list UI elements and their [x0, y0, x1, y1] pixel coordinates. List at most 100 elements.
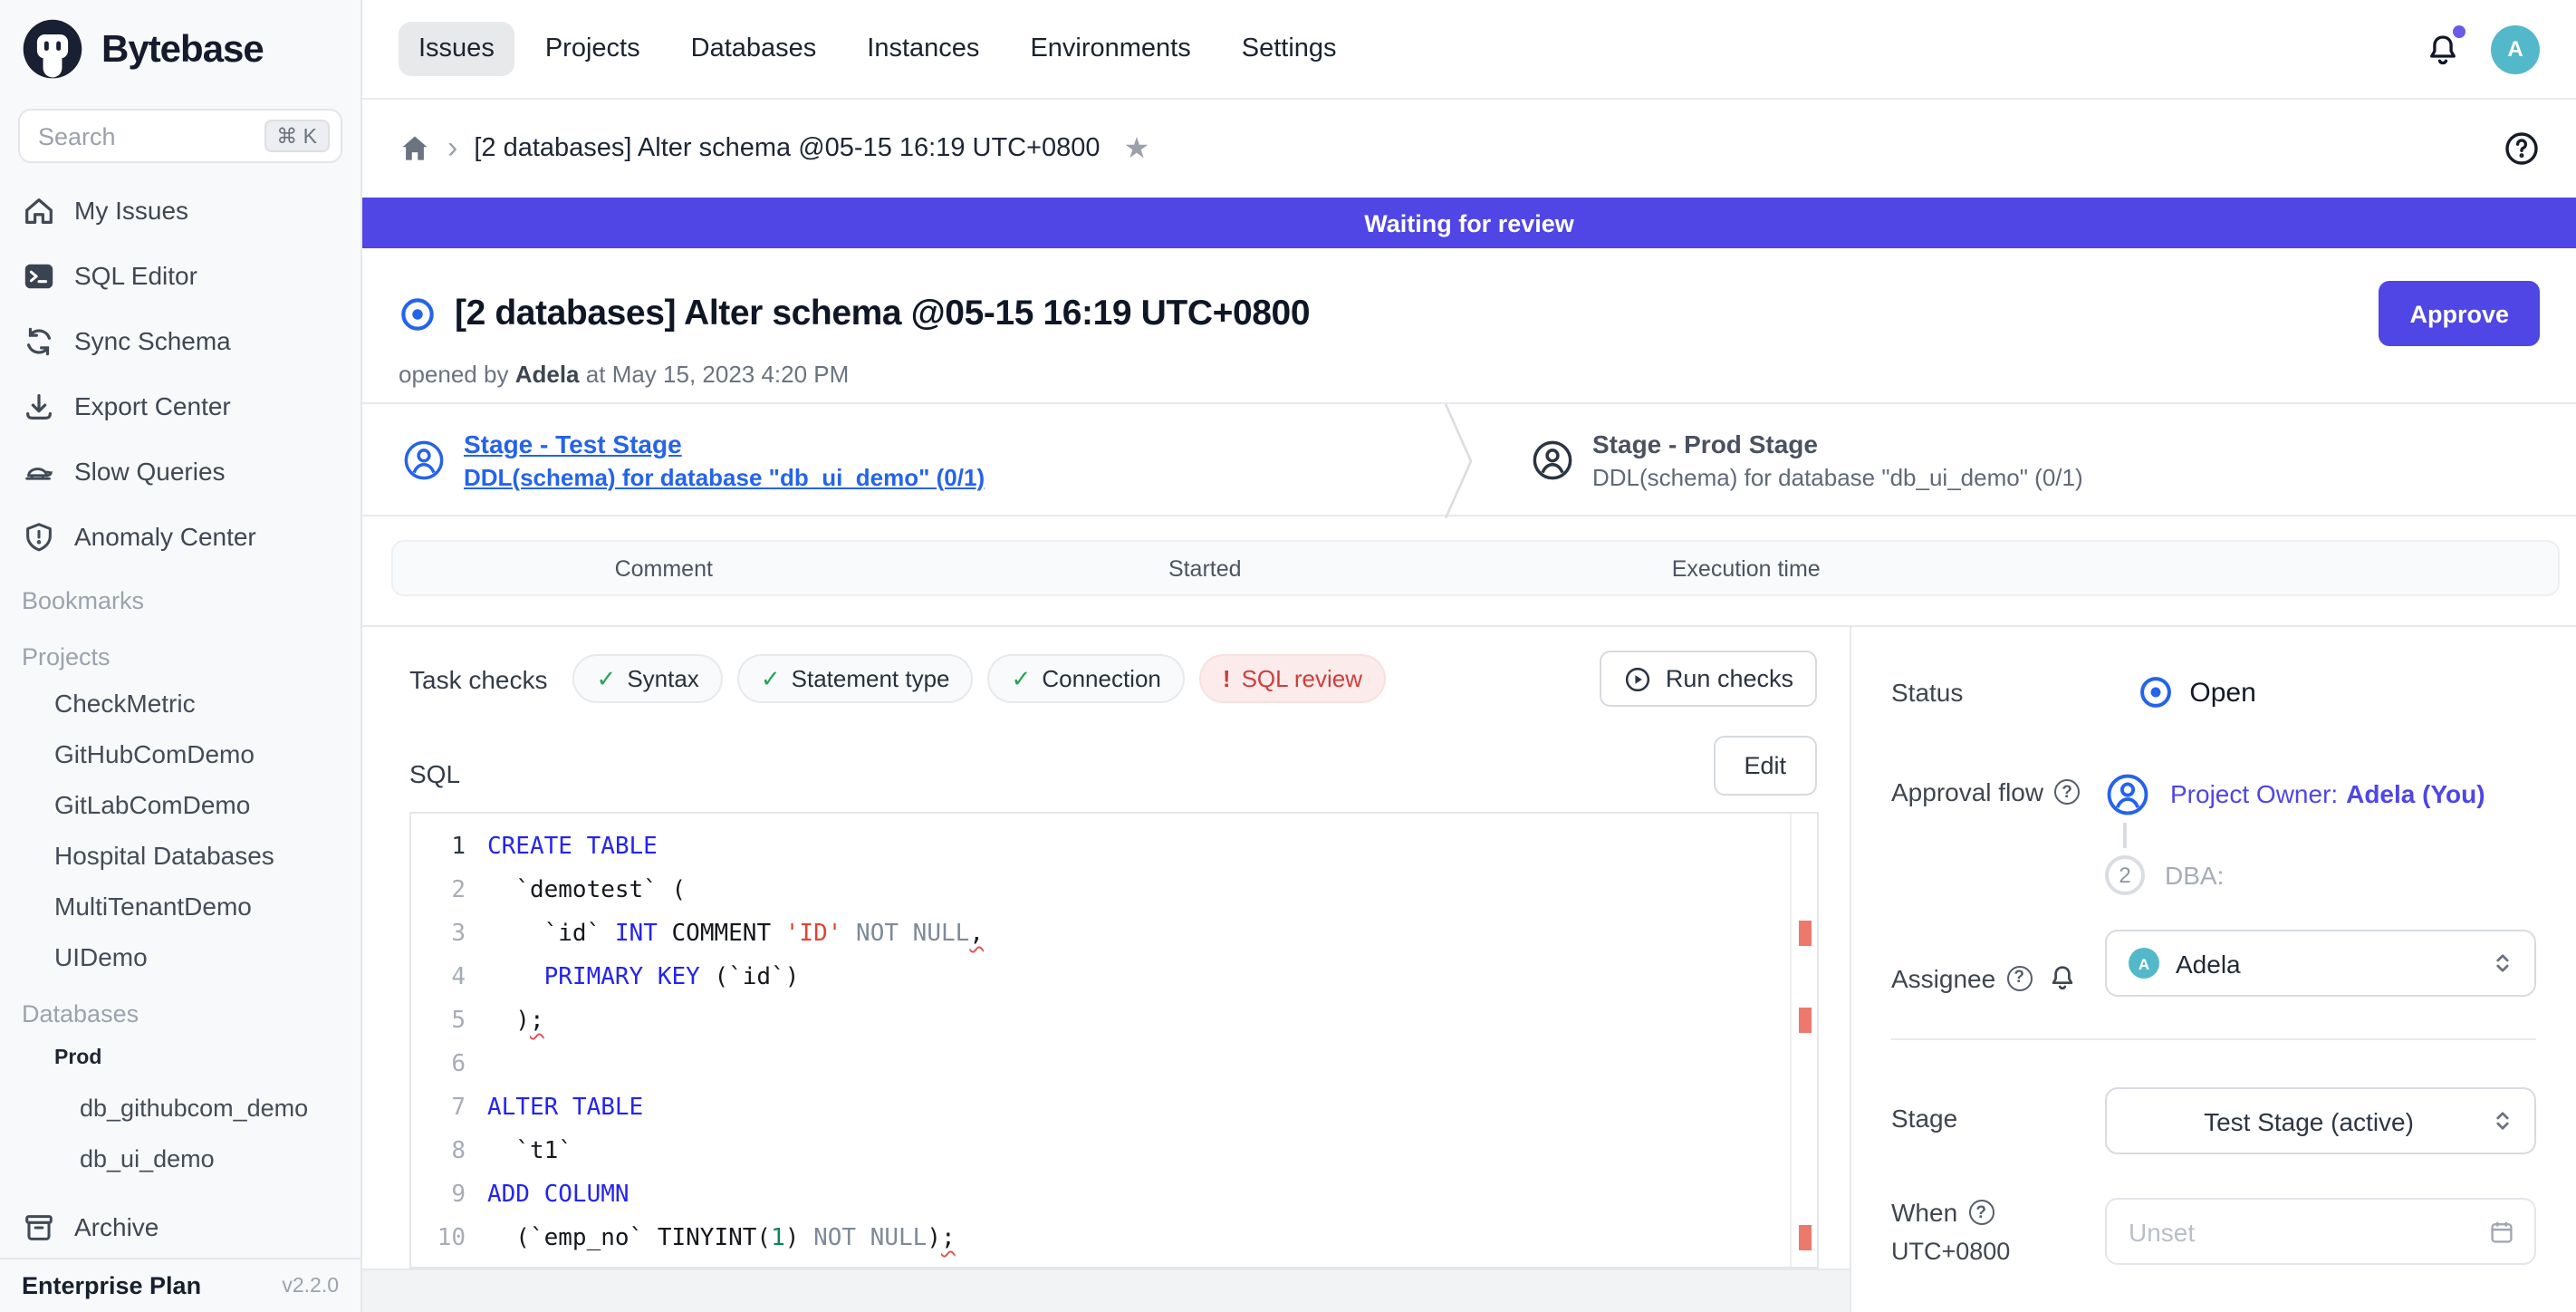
when-datetime-input[interactable]: Unset — [2105, 1198, 2536, 1265]
bytebase-logo-icon — [18, 16, 87, 85]
assignee-label-row: Assignee ? — [1891, 962, 2077, 993]
person-circle-icon — [402, 438, 446, 481]
approval-role: Project Owner: — [2170, 778, 2338, 807]
sidebar-project-uidemo[interactable]: UIDemo — [0, 931, 360, 982]
search-shortcut-badge: ⌘ K — [264, 120, 330, 152]
sidebar-item-archive[interactable]: Archive — [0, 1194, 360, 1259]
sql-label: SQL — [409, 758, 460, 787]
tab-settings[interactable]: Settings — [1222, 22, 1357, 76]
subscribe-bell-icon[interactable] — [2046, 962, 2077, 993]
turtle-icon — [22, 454, 56, 488]
sync-icon — [22, 323, 56, 358]
approval-role: DBA: — [2165, 861, 2224, 890]
check-syntax[interactable]: ✓ Syntax — [573, 654, 723, 703]
sidebar-project-gitlabcomdemo[interactable]: GitLabComDemo — [0, 779, 360, 830]
check-connection[interactable]: ✓ Connection — [988, 654, 1185, 703]
edit-button[interactable]: Edit — [1713, 736, 1817, 796]
sidebar-item-label: Sync Schema — [74, 326, 231, 355]
select-chevrons-icon — [2489, 1107, 2516, 1134]
code-line: 3 `id` INT COMMENT 'ID' NOT NULL, — [411, 912, 1788, 955]
issue-title-row: [2 databases] Alter schema @05-15 16:19 … — [362, 248, 2576, 346]
sidebar-item-sync-schema[interactable]: Sync Schema — [0, 308, 360, 373]
stage-select[interactable]: Test Stage (active) — [2105, 1087, 2536, 1154]
editor-overview-ruler[interactable] — [1790, 814, 1817, 1267]
tab-instances[interactable]: Instances — [847, 22, 999, 76]
tab-projects[interactable]: Projects — [525, 22, 660, 76]
plan-row: Enterprise Plan v2.2.0 — [0, 1258, 360, 1312]
sidebar-item-slow-queries[interactable]: Slow Queries — [0, 439, 360, 504]
search-input[interactable]: Search ⌘ K — [18, 109, 342, 163]
logo-text: Bytebase — [101, 29, 264, 72]
code-lines: 1CREATE TABLE 2 `demotest` ( 3 `id` INT … — [411, 825, 1788, 1259]
sidebar-item-my-issues[interactable]: My Issues — [0, 178, 360, 243]
assignee-select[interactable]: A Adela — [2105, 930, 2536, 997]
sidebar-db-githubcom-demo[interactable]: db_githubcom_demo — [0, 1082, 360, 1133]
check-sql-review[interactable]: ! SQL review — [1199, 654, 1386, 703]
help-icon[interactable] — [2504, 130, 2540, 167]
status-value: Open — [2189, 677, 2255, 708]
approval-step-1[interactable]: Project Owner: Adela (You) — [2105, 772, 2485, 817]
error-marker — [1799, 1225, 1812, 1250]
tab-environments[interactable]: Environments — [1010, 22, 1210, 76]
code-line: 10 (`emp_no` TINYINT(1) NOT NULL); — [411, 1216, 1788, 1259]
approval-connector — [2123, 823, 2127, 848]
question-circle-icon[interactable]: ? — [2054, 779, 2080, 805]
sidebar-item-anomaly-center[interactable]: Anomaly Center — [0, 504, 360, 569]
step-number-badge: 2 — [2105, 855, 2145, 895]
column-header-execution-time: Execution time — [1672, 555, 1821, 581]
stage-prod-stage[interactable]: Stage - Prod Stage DDL(schema) for datab… — [1531, 404, 2083, 515]
sidebar-section-databases[interactable]: Databases — [0, 982, 360, 1035]
check-label: Connection — [1042, 665, 1161, 692]
sidebar-project-checkmetric[interactable]: CheckMetric — [0, 678, 360, 728]
approve-button[interactable]: Approve — [2379, 281, 2540, 346]
code-line: 5 ); — [411, 998, 1788, 1042]
column-header-comment: Comment — [615, 555, 713, 581]
star-icon[interactable]: ★ — [1124, 130, 1150, 167]
tab-databases[interactable]: Databases — [671, 22, 837, 76]
person-circle-icon — [1531, 438, 1574, 481]
sidebar-project-githubcomdemo[interactable]: GitHubComDemo — [0, 728, 360, 779]
stage-task-link[interactable]: DDL(schema) for database "db_ui_demo" (0… — [464, 463, 985, 490]
download-icon — [22, 389, 56, 423]
plan-version: v2.2.0 — [282, 1275, 339, 1297]
sidebar-section-projects[interactable]: Projects — [0, 622, 360, 678]
warning-icon: ! — [1223, 665, 1231, 692]
logo[interactable]: Bytebase — [0, 0, 360, 94]
question-circle-icon[interactable]: ? — [1968, 1200, 1994, 1225]
opened-by-text: opened by — [399, 361, 508, 388]
sidebar-item-label: Export Center — [74, 391, 231, 420]
sql-editor[interactable]: 1CREATE TABLE 2 `demotest` ( 3 `id` INT … — [409, 812, 1819, 1269]
main-area: Issues Projects Databases Instances Envi… — [362, 0, 2576, 1312]
select-chevrons-icon — [2489, 950, 2516, 977]
calendar-icon — [2487, 1217, 2516, 1246]
sidebar-project-hospital-databases[interactable]: Hospital Databases — [0, 830, 360, 881]
sidebar-env-prod: Prod — [0, 1035, 360, 1082]
sidebar-project-multitenantdemo[interactable]: MultiTenantDemo — [0, 881, 360, 931]
code-line: 1CREATE TABLE — [411, 825, 1788, 868]
sidebar-db-ui-demo[interactable]: db_ui_demo — [0, 1133, 360, 1183]
sidebar-item-label: Anomaly Center — [74, 522, 256, 551]
avatar[interactable]: A — [2491, 24, 2540, 73]
assignee-label: Assignee — [1891, 963, 1995, 992]
check-statement-type[interactable]: ✓ Statement type — [737, 654, 974, 703]
tab-issues[interactable]: Issues — [399, 22, 514, 76]
sidebar-item-export-center[interactable]: Export Center — [0, 373, 360, 439]
run-checks-button[interactable]: Run checks — [1600, 651, 1817, 707]
check-label: Syntax — [627, 665, 699, 692]
question-circle-icon[interactable]: ? — [2006, 965, 2032, 990]
play-circle-icon — [1624, 664, 1653, 693]
home-icon[interactable] — [399, 132, 431, 165]
sidebar-item-sql-editor[interactable]: SQL Editor — [0, 243, 360, 308]
panel-divider — [1891, 1038, 2536, 1040]
sql-panel: Task checks ✓ Syntax ✓ Statement type ✓ … — [362, 627, 1851, 1312]
content-split: Task checks ✓ Syntax ✓ Statement type ✓ … — [362, 625, 2576, 1312]
approval-approver[interactable]: Adela (You) — [2346, 778, 2485, 807]
notifications-button[interactable] — [2424, 30, 2462, 68]
panel-footer-strip — [362, 1269, 1850, 1312]
issue-author[interactable]: Adela — [515, 361, 580, 388]
stage-title-link[interactable]: Stage - Test Stage — [464, 429, 985, 458]
sidebar-section-bookmarks[interactable]: Bookmarks — [0, 569, 360, 622]
assignee-value: Adela — [2176, 949, 2489, 978]
stage-test-stage[interactable]: Stage - Test Stage DDL(schema) for datab… — [402, 429, 985, 490]
code-line: 7ALTER TABLE — [411, 1085, 1788, 1129]
